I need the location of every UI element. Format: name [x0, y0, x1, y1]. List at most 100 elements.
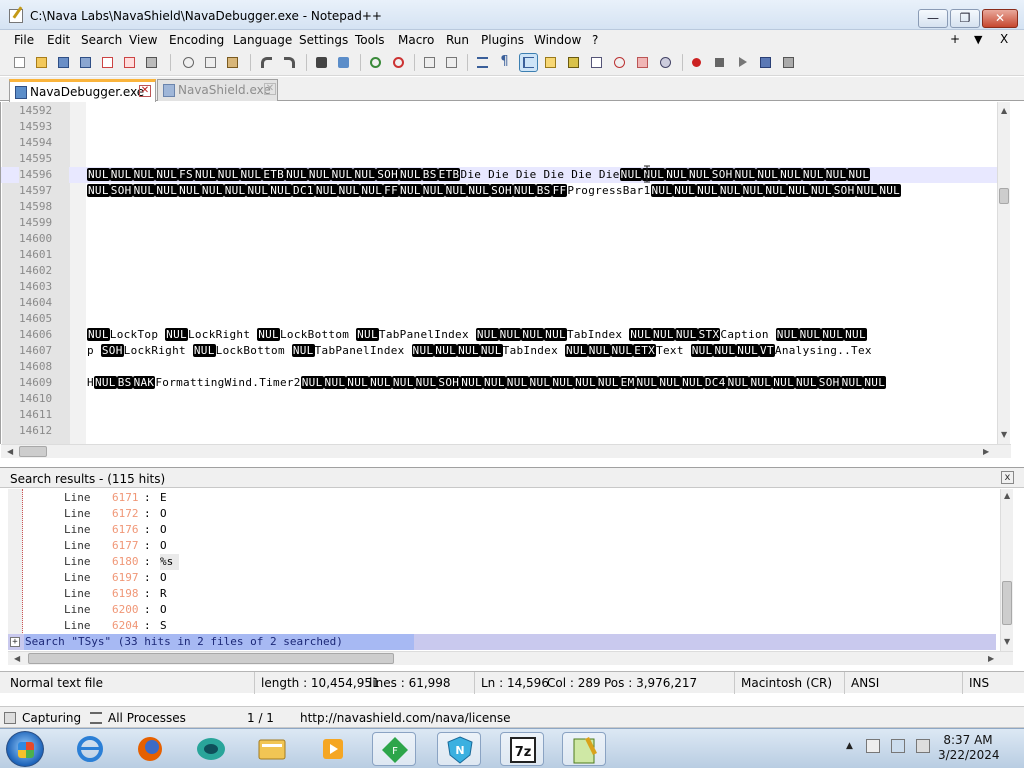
sync-vertical-icon[interactable] — [421, 54, 438, 71]
green-app-icon[interactable]: F — [372, 732, 416, 766]
search-results-panel[interactable]: Line 6171 E: Line 6172 O: Line 6176 O: Line 6177 O:… — [8, 489, 1013, 651]
notepadpp-icon[interactable] — [562, 732, 606, 766]
close-button[interactable]: ✕ — [982, 9, 1018, 28]
menu-macro[interactable]: Macro — [398, 33, 434, 47]
navashield-icon[interactable]: N — [437, 732, 481, 766]
editor-line[interactable]: 14600 — [1, 231, 1001, 247]
media-player-icon[interactable] — [311, 732, 355, 766]
action-center-icon[interactable] — [866, 739, 880, 753]
menu-settings[interactable]: Settings — [299, 33, 348, 47]
editor-line[interactable]: 14597 NUL SOH NUL NUL NUL NUL NUL NUL NUL DC1 NUL NU… — [1, 183, 1001, 199]
editor-line[interactable]: 14610 — [1, 391, 1001, 407]
menu-edit[interactable]: Edit — [47, 33, 70, 47]
results-horizontal-scrollbar[interactable]: ◀ ▶ — [8, 651, 1013, 665]
word-wrap-icon[interactable] — [474, 54, 491, 71]
editor-line[interactable]: 14598 — [1, 199, 1001, 215]
editor-line[interactable]: 14592 — [1, 103, 1001, 119]
chat-app-icon[interactable] — [189, 732, 233, 766]
menu-search[interactable]: Search — [81, 33, 122, 47]
editor-horizontal-scrollbar[interactable]: ◀ ▶ — [1, 444, 1011, 458]
tab-close-icon[interactable]: ✕ — [139, 85, 151, 97]
print-icon[interactable] — [143, 54, 160, 71]
status-eol[interactable]: Macintosh (CR) — [734, 672, 832, 694]
firefox-icon[interactable] — [128, 732, 172, 766]
tab-close-icon[interactable]: ✕ — [264, 83, 276, 95]
folder-workspace-icon[interactable] — [611, 54, 628, 71]
scroll-thumb[interactable] — [1002, 581, 1012, 625]
new-file-icon[interactable] — [11, 54, 28, 71]
editor-line[interactable]: 14611 — [1, 407, 1001, 423]
network-icon[interactable] — [891, 739, 905, 753]
menu-file[interactable]: File — [14, 33, 34, 47]
editor-line[interactable]: 14596 NUL NUL NUL NUL FS NUL NUL NUL ETB NUL NUL NUL… — [1, 167, 1001, 183]
cut-icon[interactable] — [180, 54, 197, 71]
scroll-left-icon[interactable]: ◀ — [14, 654, 20, 663]
file-explorer-icon[interactable] — [250, 732, 294, 766]
editor-line[interactable]: 14607 p SOHLockRight NULLockBottom NULTab… — [1, 343, 1001, 359]
editor-line[interactable]: 14601 — [1, 247, 1001, 263]
volume-icon[interactable] — [916, 739, 930, 753]
tab-list-dropdown-button[interactable]: ▼ — [974, 33, 982, 46]
paste-icon[interactable] — [224, 54, 241, 71]
restore-button[interactable]: ❐ — [950, 9, 980, 28]
record-macro-icon[interactable] — [688, 54, 705, 71]
editor-line[interactable]: 14605 — [1, 311, 1001, 327]
editor-line[interactable]: 14606 NULLockTop NULLockRight NULLockBott… — [1, 327, 1001, 343]
run-macro-multiple-icon[interactable] — [757, 54, 774, 71]
doc-map-icon[interactable] — [565, 54, 582, 71]
close-icon[interactable] — [99, 54, 116, 71]
stop-macro-icon[interactable] — [711, 54, 728, 71]
menu-window[interactable]: Window — [534, 33, 581, 47]
save-macro-icon[interactable] — [780, 54, 797, 71]
editor-line[interactable]: 14599 — [1, 215, 1001, 231]
7zip-icon[interactable]: 7z — [500, 732, 544, 766]
indent-guide-icon[interactable] — [519, 53, 538, 72]
tab-navashield[interactable]: NavaShield.exe ✕ — [157, 79, 278, 101]
search-summary-row[interactable]: + Search "TSys" (33 hits in 2 files of 2… — [8, 634, 996, 650]
process-filter[interactable]: All Processes — [108, 711, 186, 725]
monitoring-icon[interactable] — [634, 54, 651, 71]
tab-navadebugger[interactable]: NavaDebugger.exe ✕ — [9, 79, 156, 102]
editor-vertical-scrollbar[interactable]: ▲ ▼ — [997, 102, 1010, 444]
editor-line[interactable]: 14595 — [1, 151, 1001, 167]
scroll-thumb[interactable] — [999, 188, 1009, 204]
results-vertical-scrollbar[interactable]: ▲ ▼ — [1000, 489, 1013, 651]
user-language-icon[interactable] — [542, 54, 559, 71]
close-document-button[interactable]: X — [1000, 32, 1008, 46]
editor-line[interactable]: 14593 — [1, 119, 1001, 135]
editor-line[interactable]: 14612 — [1, 423, 1001, 439]
editor-line[interactable]: 14594 — [1, 135, 1001, 151]
editor-line[interactable]: 14603 — [1, 279, 1001, 295]
new-tab-plus-button[interactable]: + — [950, 32, 960, 46]
menu-run[interactable]: Run — [446, 33, 469, 47]
close-all-icon[interactable] — [121, 54, 138, 71]
close-panel-button[interactable]: x — [1001, 471, 1014, 484]
menu-view[interactable]: View — [129, 33, 157, 47]
editor-line[interactable]: 14608 — [1, 359, 1001, 375]
menu-tools[interactable]: Tools — [355, 33, 385, 47]
menu-encoding[interactable]: Encoding — [169, 33, 224, 47]
editor-line[interactable]: 14604 — [1, 295, 1001, 311]
save-icon[interactable] — [55, 54, 72, 71]
undo-icon[interactable] — [258, 54, 275, 71]
editor-line[interactable]: 14609 HNUL BS NAKFormattingWind.Timer2NUL NU… — [1, 375, 1001, 391]
scroll-thumb[interactable] — [19, 446, 47, 457]
find-icon[interactable] — [313, 54, 330, 71]
zoom-out-icon[interactable] — [390, 54, 407, 71]
minimize-button[interactable]: — — [918, 9, 948, 28]
zoom-in-icon[interactable] — [367, 54, 384, 71]
open-file-icon[interactable] — [33, 54, 50, 71]
capturing-label[interactable]: Capturing — [22, 711, 81, 725]
editor-line[interactable]: 14602 — [1, 263, 1001, 279]
scroll-right-icon[interactable]: ▶ — [988, 654, 994, 663]
scroll-up-icon[interactable]: ▲ — [1004, 491, 1010, 500]
tray-expand-icon[interactable]: ▲ — [846, 741, 853, 751]
expand-toggle-icon[interactable]: + — [10, 637, 20, 647]
scroll-down-icon[interactable]: ▼ — [1001, 430, 1007, 439]
menu-plugins[interactable]: Plugins — [481, 33, 524, 47]
editor-area[interactable]: 14592 14593 14594 14595 14596 NUL NUL NUL NUL FS N… — [0, 102, 1013, 444]
replace-icon[interactable] — [335, 54, 352, 71]
scroll-left-icon[interactable]: ◀ — [7, 447, 13, 456]
show-all-chars-icon[interactable]: ¶ — [496, 54, 513, 71]
scroll-thumb[interactable] — [28, 653, 394, 664]
